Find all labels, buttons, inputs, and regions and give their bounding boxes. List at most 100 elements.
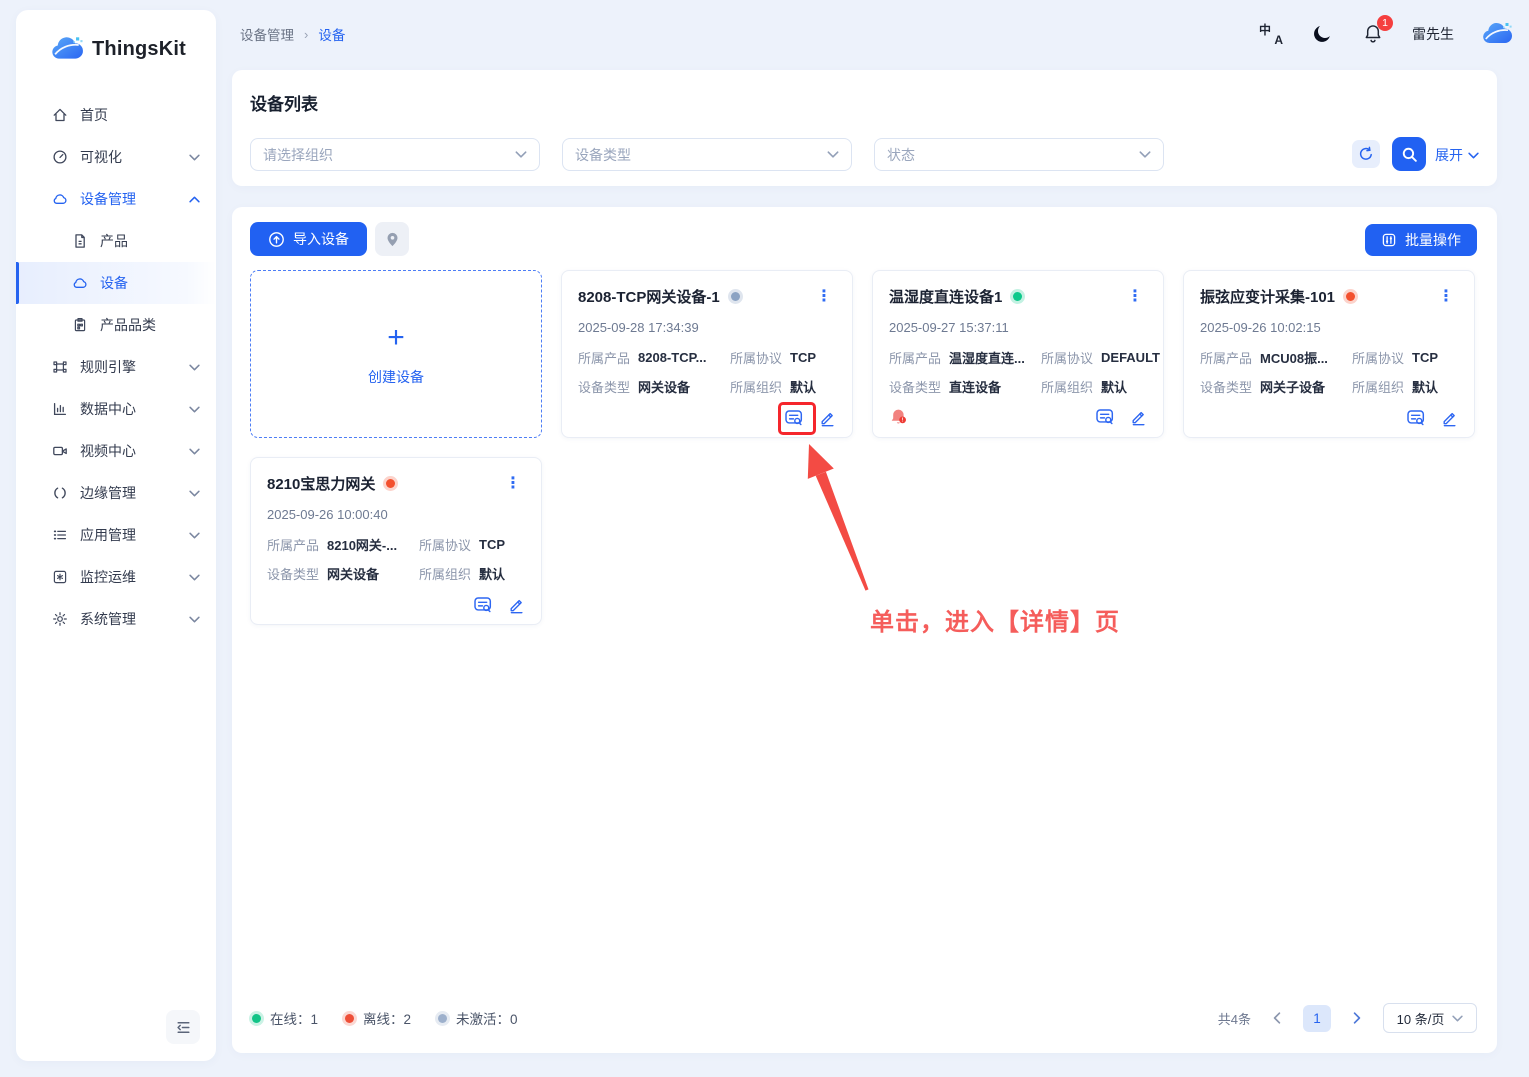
- chevron-down-icon: [189, 574, 200, 581]
- create-device-card[interactable]: + 创建设备: [250, 270, 542, 438]
- page-number[interactable]: 1: [1303, 1005, 1331, 1032]
- device-card[interactable]: 温湿度直连设备1 ⋮ 2025-09-27 15:37:11 所属产品温湿度直连…: [872, 270, 1164, 438]
- expand-toggle[interactable]: 展开: [1435, 145, 1479, 165]
- search-button[interactable]: [1392, 137, 1426, 171]
- device-list-panel: 导入设备 批量操作 + 创建设备 8208-TCP网关设备-1 ⋮ 2025-0…: [232, 207, 1497, 1053]
- filter-panel: 设备列表 请选择组织 设备类型 状态 展开: [232, 70, 1497, 186]
- device-detail-icon[interactable]: [784, 409, 804, 427]
- device-card[interactable]: 振弦应变计采集-101 ⋮ 2025-09-26 10:02:15 所属产品MC…: [1183, 270, 1475, 438]
- sliders-icon: [1381, 232, 1397, 248]
- refresh-button[interactable]: [1352, 140, 1380, 168]
- sidebar-item-monitor-ops[interactable]: 监控运维: [16, 556, 216, 598]
- sidebar-item-edge-management[interactable]: 边缘管理: [16, 472, 216, 514]
- chevron-down-icon: [189, 364, 200, 371]
- device-product: 8208-TCP...: [638, 350, 706, 365]
- sidebar-item-label: 视频中心: [80, 441, 136, 461]
- edit-pencil-icon[interactable]: [508, 596, 525, 614]
- device-created-time: 2025-09-28 17:34:39: [578, 320, 836, 335]
- device-card[interactable]: 8208-TCP网关设备-1 ⋮ 2025-09-28 17:34:39 所属产…: [561, 270, 853, 438]
- cloud-device-icon: [72, 275, 88, 291]
- page-size-select[interactable]: 10 条/页: [1383, 1003, 1477, 1033]
- sidebar-item-label: 设备管理: [80, 189, 136, 209]
- sidebar-item-visualization[interactable]: 可视化: [16, 136, 216, 178]
- field-label: 所属协议: [730, 348, 782, 367]
- field-label: 所属组织: [1352, 377, 1404, 396]
- field-label: 所属协议: [419, 535, 471, 554]
- field-label: 所属产品: [578, 348, 630, 367]
- sidebar-item-app-management[interactable]: 应用管理: [16, 514, 216, 556]
- kebab-menu-icon[interactable]: ⋮: [812, 287, 836, 307]
- home-icon: [52, 107, 68, 123]
- online-dot: [252, 1014, 261, 1023]
- document-icon: [72, 233, 88, 249]
- sidebar-collapse-button[interactable]: [166, 1010, 200, 1044]
- device-type-select[interactable]: 设备类型: [562, 138, 852, 171]
- dark-mode-moon-icon[interactable]: [1310, 22, 1334, 46]
- status-legend: 在线：1 离线：2 未激活：0: [252, 1008, 518, 1028]
- username[interactable]: 雷先生: [1412, 24, 1454, 44]
- language-toggle-icon[interactable]: 中A: [1259, 22, 1283, 46]
- device-detail-icon[interactable]: [1095, 408, 1115, 426]
- status-dot-online: [1013, 292, 1022, 301]
- sidebar-item-device-management[interactable]: 设备管理: [16, 178, 216, 220]
- sidebar-item-system-management[interactable]: 系统管理: [16, 598, 216, 640]
- next-page-button[interactable]: [1347, 1008, 1367, 1028]
- sidebar-item-video-center[interactable]: 视频中心: [16, 430, 216, 472]
- topbar: 设备管理 › 设备 中A 1 雷先生: [232, 10, 1513, 58]
- chevron-right-icon: [1353, 1012, 1361, 1024]
- prev-page-button[interactable]: [1267, 1008, 1287, 1028]
- kebab-menu-icon[interactable]: ⋮: [501, 474, 525, 494]
- device-org: 默认: [479, 564, 505, 583]
- field-label: 所属产品: [1200, 348, 1252, 367]
- device-product: 8210网关-...: [327, 535, 397, 554]
- batch-operation-button[interactable]: 批量操作: [1365, 224, 1477, 256]
- breadcrumb-device-management[interactable]: 设备管理: [240, 24, 294, 44]
- chevron-down-icon: [1468, 152, 1479, 159]
- device-product: 温湿度直连...: [949, 348, 1025, 367]
- device-detail-icon[interactable]: [473, 596, 493, 614]
- alarm-bell-icon[interactable]: [889, 407, 909, 427]
- breadcrumb-device[interactable]: 设备: [318, 24, 345, 44]
- device-type: 网关设备: [327, 564, 379, 583]
- sidebar-item-product-category[interactable]: 产品品类: [16, 304, 216, 346]
- chevron-left-icon: [1273, 1012, 1281, 1024]
- refresh-icon: [1358, 146, 1374, 162]
- chevron-down-icon: [189, 490, 200, 497]
- device-detail-icon[interactable]: [1406, 409, 1426, 427]
- chevron-down-icon: [827, 151, 839, 158]
- field-label: 设备类型: [578, 377, 630, 396]
- device-name: 8210宝思力网关: [267, 473, 375, 494]
- sidebar-item-device[interactable]: 设备: [16, 262, 216, 304]
- device-map-button[interactable]: [375, 222, 409, 256]
- gear-icon: [52, 611, 68, 627]
- legend-offline: 离线：2: [345, 1008, 411, 1028]
- sidebar-item-data-center[interactable]: 数据中心: [16, 388, 216, 430]
- field-label: 所属组织: [1041, 377, 1093, 396]
- edit-pencil-icon[interactable]: [819, 409, 836, 427]
- menu-fold-icon: [175, 1019, 192, 1036]
- status-select[interactable]: 状态: [874, 138, 1164, 171]
- field-label: 所属协议: [1041, 348, 1093, 367]
- sidebar-item-home[interactable]: 首页: [16, 94, 216, 136]
- legend-inactive: 未激活：0: [438, 1008, 518, 1028]
- list-footer: 在线：1 离线：2 未激活：0 共4条 1 10 条/页: [252, 1003, 1477, 1033]
- kebab-menu-icon[interactable]: ⋮: [1123, 287, 1147, 307]
- kebab-menu-icon[interactable]: ⋮: [1434, 287, 1458, 307]
- brand-cloud-icon: [50, 36, 84, 62]
- edit-pencil-icon[interactable]: [1441, 409, 1458, 427]
- device-card[interactable]: 8210宝思力网关 ⋮ 2025-09-26 10:00:40 所属产品8210…: [250, 457, 542, 625]
- edit-pencil-icon[interactable]: [1130, 408, 1147, 426]
- sidebar-item-product[interactable]: 产品: [16, 220, 216, 262]
- sidebar-item-label: 监控运维: [80, 567, 136, 587]
- avatar[interactable]: [1481, 22, 1513, 46]
- device-type: 直连设备: [949, 377, 1001, 396]
- sidebar-item-label: 系统管理: [80, 609, 136, 629]
- page-title: 设备列表: [250, 90, 318, 115]
- organization-placeholder: 请选择组织: [263, 145, 333, 165]
- organization-select[interactable]: 请选择组织: [250, 138, 540, 171]
- device-name: 8208-TCP网关设备-1: [578, 286, 720, 307]
- import-device-button[interactable]: 导入设备: [250, 222, 367, 256]
- sidebar-item-label: 产品: [100, 231, 128, 251]
- sidebar-item-rule-engine[interactable]: 规则引擎: [16, 346, 216, 388]
- notification-bell-icon[interactable]: 1: [1361, 22, 1385, 46]
